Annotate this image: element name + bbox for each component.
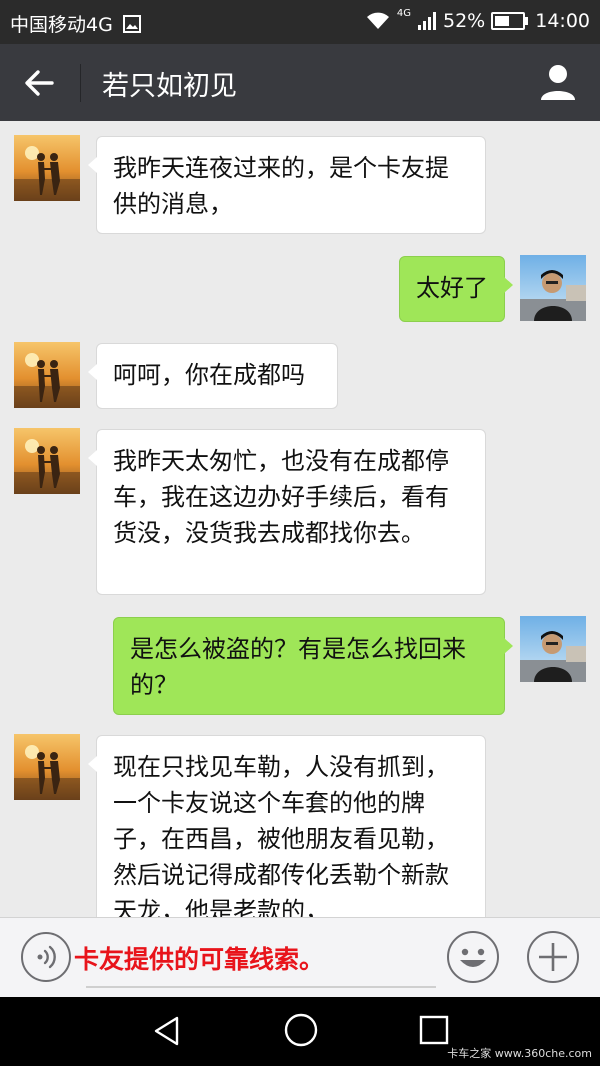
message-text: 是怎么被盗的？有是怎么找回来的？ [130, 635, 466, 699]
message-incoming: 我昨天连夜过来的，是个卡友提供的消息， [0, 135, 600, 235]
wifi-icon [366, 12, 389, 29]
clock: 14:00 [535, 10, 590, 32]
back-arrow-icon[interactable] [16, 60, 62, 106]
signal-icon [418, 12, 436, 30]
circle-home-icon[interactable] [283, 1012, 319, 1048]
message-outgoing: 太好了 [0, 254, 600, 324]
message-bubble[interactable]: 现在只找见车勒，人没有抓到，一个卡友说这个车套的他的牌子，在西昌，被他朋友看见勒… [88, 735, 486, 917]
carrier-label: 中国移动4G [10, 14, 113, 36]
message-incoming: 现在只找见车勒，人没有抓到，一个卡友说这个车套的他的牌子，在西昌，被他朋友看见勒… [0, 733, 600, 917]
message-text: 现在只找见车勒，人没有抓到，一个卡友说这个车套的他的牌子，在西昌，被他朋友看见勒… [113, 753, 449, 917]
chat-message-list[interactable]: 我昨天连夜过来的，是个卡友提供的消息， 太好了 呵呵，你在成都吗 我昨天太匆忙，… [0, 121, 600, 917]
message-bubble[interactable]: 我昨天太匆忙，也没有在成都停车，我在这边办好手续后，看有货没，没货我去成都找你去… [88, 429, 486, 595]
man-photo-avatar[interactable] [520, 616, 586, 682]
battery-icon [491, 12, 529, 30]
message-bubble[interactable]: 是怎么被盗的？有是怎么找回来的？ [113, 617, 513, 715]
watermark: 卡车之家 www.360che.com [447, 1047, 592, 1060]
person-icon[interactable] [538, 62, 578, 102]
chat-header: 若只如初见 [0, 44, 600, 121]
system-navigation-bar: 卡车之家 www.360che.com [0, 997, 600, 1066]
triangle-back-icon[interactable] [150, 1014, 184, 1048]
couple-sunset-avatar[interactable] [14, 342, 80, 408]
plus-icon[interactable] [526, 930, 580, 984]
emoji-icon[interactable] [446, 930, 500, 984]
battery-percent: 52% [443, 10, 486, 32]
square-recent-icon[interactable] [418, 1014, 450, 1046]
voice-icon[interactable] [20, 931, 72, 983]
couple-sunset-avatar[interactable] [14, 135, 80, 201]
couple-sunset-avatar[interactable] [14, 428, 80, 494]
message-text: 太好了 [416, 274, 488, 302]
message-input-bar: 卡友提供的可靠线索。 [0, 917, 600, 998]
network-type-label: 4G [396, 7, 411, 19]
status-bar: 中国移动4G 4G 52% 14:00 [0, 0, 600, 44]
overlay-caption: 卡友提供的可靠线索。 [74, 945, 325, 974]
message-incoming: 呵呵，你在成都吗 [0, 341, 600, 411]
message-bubble[interactable]: 我昨天连夜过来的，是个卡友提供的消息， [88, 136, 486, 234]
chat-title: 若只如初见 [102, 71, 237, 102]
image-notification-icon [122, 15, 141, 33]
message-outgoing: 是怎么被盗的？有是怎么找回来的？ [0, 615, 600, 715]
message-text: 我昨天太匆忙，也没有在成都停车，我在这边办好手续后，看有货没，没货我去成都找你去… [113, 447, 449, 547]
message-text: 呵呵，你在成都吗 [113, 361, 305, 389]
message-bubble[interactable]: 太好了 [399, 256, 513, 322]
message-incoming: 我昨天太匆忙，也没有在成都停车，我在这边办好手续后，看有货没，没货我去成都找你去… [0, 427, 600, 597]
battery-level [495, 16, 510, 26]
couple-sunset-avatar[interactable] [14, 734, 80, 800]
message-text: 我昨天连夜过来的，是个卡友提供的消息， [113, 154, 449, 218]
header-divider [80, 64, 81, 102]
message-bubble[interactable]: 呵呵，你在成都吗 [88, 343, 338, 409]
man-photo-avatar[interactable] [520, 255, 586, 321]
